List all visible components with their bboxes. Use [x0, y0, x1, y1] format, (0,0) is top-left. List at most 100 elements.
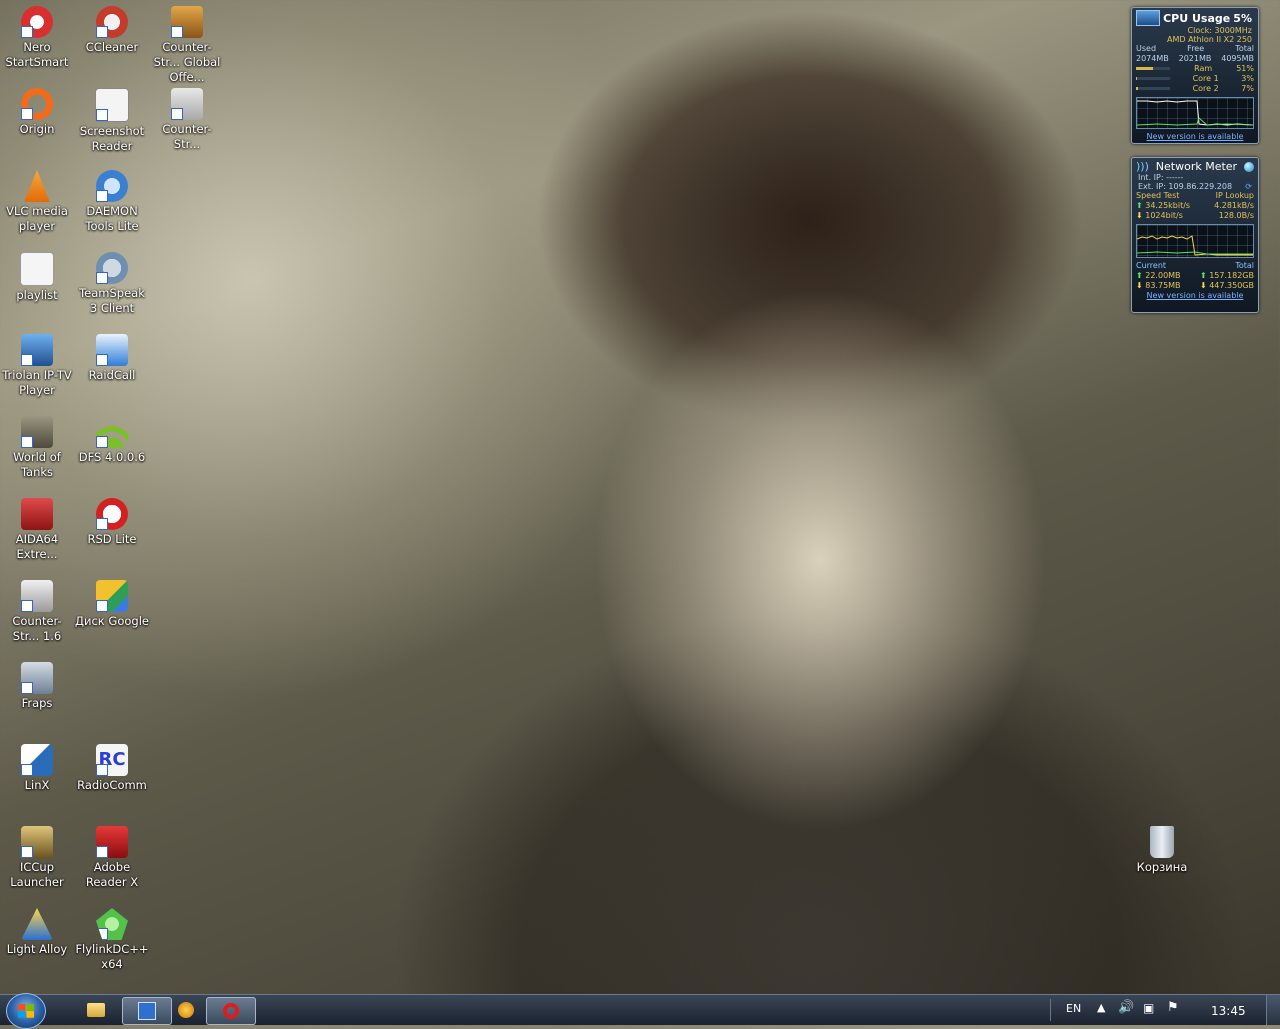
- app-icon: [24, 170, 50, 202]
- core2-value: 7%: [1241, 84, 1254, 93]
- desktop-icon[interactable]: Корзина: [1125, 826, 1199, 875]
- desktop-icon[interactable]: Adobe Reader X: [75, 826, 149, 890]
- desktop-icon[interactable]: DFS 4.0.0.6: [75, 416, 149, 465]
- floppy-save-icon: [138, 1002, 156, 1020]
- internal-ip: Int. IP: ------: [1138, 173, 1184, 182]
- refresh-icon[interactable]: ⟳: [1245, 182, 1252, 191]
- icon-label: TeamSpeak 3 Client: [79, 286, 145, 315]
- cpu-usage-gadget[interactable]: CPU Usage 5% Clock: 3000MHz AMD Athlon I…: [1131, 7, 1259, 144]
- desktop-icon[interactable]: LinX: [0, 744, 74, 793]
- taskbar-opera-button[interactable]: [206, 997, 256, 1025]
- mem-header-used: Used: [1136, 44, 1157, 53]
- icon-label: Light Alloy: [6, 942, 68, 956]
- app-icon: [21, 826, 53, 858]
- current-upload: 22.00MB: [1145, 271, 1181, 280]
- ram-label: Ram: [1194, 64, 1213, 73]
- desktop-icon[interactable]: Light Alloy: [0, 908, 74, 957]
- show-hidden-icons[interactable]: ▲: [1097, 1001, 1105, 1014]
- volume-icon[interactable]: 🔊: [1118, 1000, 1134, 1015]
- app-icon: [96, 6, 128, 38]
- ram-row: Ram 51%: [1132, 64, 1258, 74]
- network-icon[interactable]: ▣: [1143, 1001, 1154, 1015]
- desktop-icon[interactable]: TeamSpeak 3 Client: [75, 252, 149, 316]
- desktop-icon[interactable]: ICCup Launcher: [0, 826, 74, 890]
- app-icon: [96, 826, 128, 858]
- memory-headers: Used Free Total: [1132, 44, 1258, 54]
- desktop-icon[interactable]: Counter-Str... 1.6: [0, 580, 74, 644]
- taskbar-app-button[interactable]: [162, 997, 210, 1023]
- app-icon: [20, 252, 54, 286]
- desktop-icon[interactable]: RC RadioComm: [75, 744, 149, 793]
- desktop-icon[interactable]: DAEMON Tools Lite: [75, 170, 149, 234]
- mem-free: 2021MB: [1178, 54, 1212, 63]
- folder-icon: [87, 1003, 105, 1017]
- network-meter-gadget[interactable]: ))) Network Meter Int. IP: ------ Ext. I…: [1131, 157, 1259, 313]
- icon-label: DFS 4.0.0.6: [78, 450, 146, 464]
- desktop-icon[interactable]: Counter-Str...: [150, 88, 224, 152]
- icon-label: RaidCall: [88, 368, 136, 382]
- total-upload: 157.182GB: [1209, 271, 1254, 280]
- core1-label: Core 1: [1192, 74, 1219, 83]
- show-desktop-button[interactable]: [1266, 995, 1280, 1025]
- desktop-icon[interactable]: Screenshot Reader: [75, 88, 149, 154]
- windows-logo-icon: [18, 1004, 34, 1018]
- app-icon: [96, 498, 128, 530]
- icon-label: World of Tanks: [13, 450, 61, 479]
- upload-speed: 34.25kbit/s: [1145, 201, 1191, 210]
- app-icon: [21, 6, 53, 38]
- icon-label: Fraps: [21, 696, 53, 710]
- up-arrow-icon: ⬆: [1136, 201, 1143, 210]
- app-icon: [21, 662, 53, 694]
- icon-label: Adobe Reader X: [85, 860, 139, 889]
- clock[interactable]: 13:45: [1211, 1004, 1246, 1018]
- desktop-icon[interactable]: RaidCall: [75, 334, 149, 383]
- desktop-icon[interactable]: Fraps: [0, 662, 74, 711]
- app-icon: RC: [96, 744, 128, 776]
- down-arrow-icon: ⬇: [1136, 281, 1143, 290]
- up-arrow-icon: ⬆: [1199, 271, 1207, 280]
- icon-label: AIDA64 Extre...: [15, 532, 59, 561]
- desktop-icon[interactable]: FlylinkDC++ x64: [75, 908, 149, 972]
- current-download: 83.75MB: [1145, 281, 1181, 290]
- core2-label: Core 2: [1192, 84, 1219, 93]
- cpu-name: AMD Athlon II X2 250: [1167, 35, 1252, 44]
- icon-label: Counter-Str... 1.6: [12, 614, 62, 643]
- wifi-icon: ))): [1136, 160, 1149, 173]
- cpu-clock: Clock: 3000MHz: [1187, 26, 1252, 35]
- desktop-icon[interactable]: CCleaner: [75, 6, 149, 55]
- up-arrow-icon: ⬆: [1136, 271, 1143, 280]
- app-icon: [171, 88, 203, 120]
- app-icon: [96, 334, 128, 366]
- ram-value: 51%: [1236, 64, 1254, 73]
- desktop-icon[interactable]: RSD Lite: [75, 498, 149, 547]
- desktop-icon[interactable]: playlist: [0, 252, 74, 303]
- download-speed: 1024bit/s: [1145, 211, 1183, 220]
- app-icon: [171, 6, 203, 38]
- desktop-icon[interactable]: AIDA64 Extre...: [0, 498, 74, 562]
- icon-label: VLC media player: [6, 204, 68, 233]
- app-icon: [21, 88, 53, 120]
- icon-label: Counter-Str... Global Offe...: [153, 40, 221, 84]
- desktop-icon[interactable]: VLC media player: [0, 170, 74, 234]
- app-icon: [21, 744, 53, 776]
- mem-header-free: Free: [1187, 44, 1205, 53]
- desktop-icon[interactable]: Origin: [0, 88, 74, 137]
- external-ip: Ext. IP: 109.86.229.208: [1138, 182, 1233, 191]
- app-icon: [96, 908, 128, 940]
- mem-header-total: Total: [1235, 44, 1254, 53]
- action-center-flag-icon[interactable]: ⚑: [1167, 1000, 1179, 1015]
- icon-label: Диск Google: [75, 614, 149, 628]
- desktop-icon[interactable]: World of Tanks: [0, 416, 74, 480]
- network-history-graph: [1136, 224, 1254, 258]
- desktop-icon[interactable]: Nero StartSmart: [0, 6, 74, 70]
- network-update-link[interactable]: New version is available: [1132, 291, 1258, 300]
- cpu-update-link[interactable]: New version is available: [1132, 132, 1258, 141]
- language-indicator[interactable]: EN: [1066, 1002, 1081, 1015]
- taskbar-explorer-button[interactable]: [72, 997, 120, 1023]
- desktop-icon[interactable]: Counter-Str... Global Offe...: [150, 6, 224, 85]
- desktop-icon[interactable]: Диск Google: [75, 580, 149, 629]
- speed-test-link[interactable]: Speed Test: [1136, 191, 1179, 201]
- ip-lookup-link[interactable]: IP Lookup: [1216, 191, 1254, 201]
- desktop-icon[interactable]: Triolan IP-TV Player: [0, 334, 74, 398]
- icon-label: playlist: [16, 288, 58, 302]
